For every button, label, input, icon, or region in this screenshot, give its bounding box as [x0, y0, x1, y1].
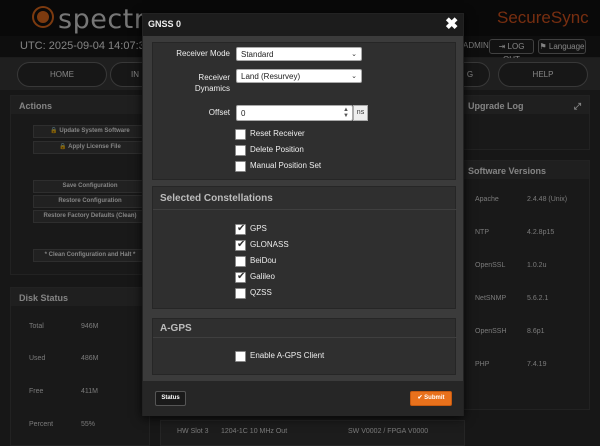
checkbox-box[interactable] [235, 223, 246, 235]
chevron-down-icon: ⌄ [351, 73, 357, 80]
close-icon[interactable]: ✖ [445, 14, 458, 34]
checkbox-label: Delete Position [250, 145, 304, 154]
receiver-dynamics-label-line2: Dynamics [194, 84, 230, 93]
checkbox-label: Manual Position Set [250, 161, 322, 170]
checkbox-box[interactable] [235, 256, 246, 267]
offset-unit: ns [353, 105, 368, 121]
receiver-dynamics-label: Receiver [198, 73, 230, 82]
constellations-title: Selected Constellations [160, 193, 273, 204]
checkbox-box[interactable] [235, 271, 246, 283]
checkbox-label: GPS [250, 224, 267, 233]
checkbox-label: Galileo [250, 272, 275, 281]
modal-header: GNSS 0 ✖ [143, 14, 463, 36]
section-divider [153, 209, 457, 210]
checkbox-box[interactable] [235, 145, 246, 156]
offset-label: Offset [208, 108, 230, 117]
receiver-settings-section: Receiver Mode Standard ⌄ Receiver Dynamic… [152, 42, 456, 180]
checkbox-box[interactable] [235, 129, 246, 140]
receiver-mode-label: Receiver Mode [176, 49, 230, 58]
receiver-mode-select[interactable]: Standard ⌄ [236, 47, 362, 61]
checkbox-label: Enable A-GPS Client [250, 351, 325, 360]
checkbox-label: Reset Receiver [250, 129, 305, 138]
section-divider [153, 337, 457, 338]
status-button[interactable]: Status [155, 391, 186, 406]
spinner-icon[interactable]: ▲ ▼ [343, 107, 349, 119]
checkbox-box[interactable] [235, 161, 246, 172]
chevron-down-icon: ⌄ [351, 51, 357, 58]
modal-footer: Status ✔ Submit [143, 381, 463, 416]
agps-title: A-GPS [160, 323, 192, 334]
constellations-section: Selected Constellations GPS GLONASS BeiD… [152, 186, 457, 309]
checkbox-box[interactable] [235, 288, 246, 299]
modal-title: GNSS 0 [148, 19, 182, 29]
receiver-dynamics-select[interactable]: Land (Resurvey) ⌄ [236, 69, 362, 83]
checkbox-label: BeiDou [250, 256, 277, 265]
check-icon: ✔ [417, 395, 423, 401]
checkbox-box[interactable] [235, 351, 246, 362]
offset-input[interactable]: 0 ▲ ▼ [236, 105, 353, 121]
submit-button[interactable]: ✔ Submit [410, 391, 452, 406]
checkbox-label: GLONASS [250, 240, 289, 249]
gnss-modal: GNSS 0 ✖ Receiver Mode Standard ⌄ Receive… [142, 13, 464, 416]
agps-section: A-GPS Enable A-GPS Client [152, 318, 457, 375]
checkbox-box[interactable] [235, 239, 246, 251]
checkbox-label: QZSS [250, 288, 272, 297]
